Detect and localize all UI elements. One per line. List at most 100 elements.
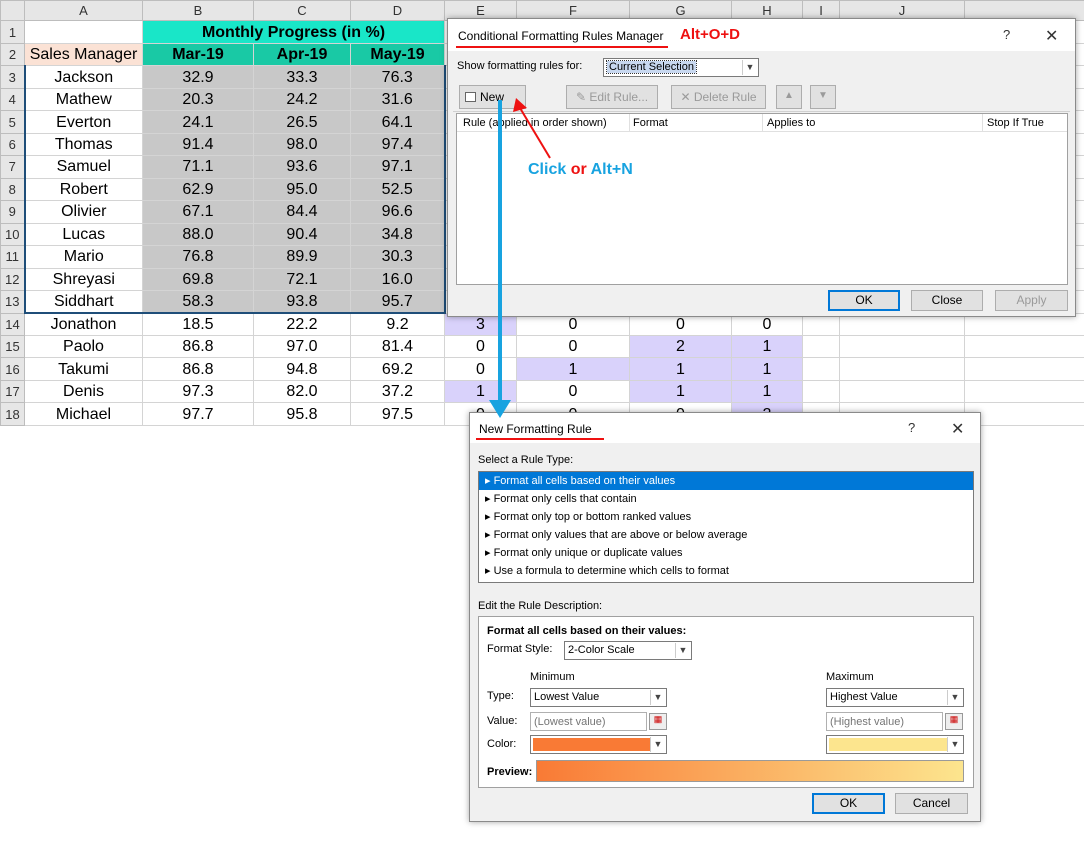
manager-name-cell[interactable]: Michael (24, 402, 143, 426)
sales-manager-header-cell[interactable]: Sales Manager (24, 42, 143, 67)
manager-name-cell[interactable]: Jackson (23, 65, 143, 89)
row-header[interactable]: 16 (0, 357, 25, 381)
month-header-cell[interactable]: May-19 (350, 42, 445, 67)
move-up-button[interactable]: ▲ (776, 85, 802, 109)
rule-type-item[interactable]: ▸ Format only unique or duplicate values (479, 544, 973, 562)
count-cell[interactable]: 1 (629, 357, 732, 381)
row-header[interactable]: 2 (0, 42, 25, 67)
manager-name-cell[interactable]: Lucas (23, 222, 143, 247)
row-header[interactable]: 13 (0, 290, 25, 314)
value-cell[interactable]: 96.6 (350, 200, 446, 224)
max-color-picker[interactable]: ▼ (826, 735, 964, 754)
value-cell[interactable]: 58.3 (142, 290, 254, 315)
value-cell[interactable]: 84.4 (253, 200, 351, 224)
value-cell[interactable]: 71.1 (142, 155, 254, 179)
value-cell[interactable]: 90.4 (253, 222, 351, 247)
row-header[interactable]: 9 (0, 200, 25, 224)
cell[interactable] (802, 334, 840, 359)
manager-name-cell[interactable]: Samuel (23, 155, 143, 179)
value-cell[interactable]: 89.9 (253, 245, 351, 269)
apply-button[interactable]: Apply (995, 290, 1068, 311)
select-all-corner[interactable] (0, 0, 25, 22)
month-header-cell[interactable]: Mar-19 (142, 42, 254, 67)
manager-name-cell[interactable]: Shreyasi (23, 267, 143, 292)
count-cell[interactable]: 1 (731, 357, 803, 381)
manager-name-cell[interactable]: Siddhart (23, 290, 143, 315)
month-header-cell[interactable]: Apr-19 (253, 42, 351, 67)
close-icon[interactable]: ✕ (1045, 26, 1058, 46)
value-cell[interactable]: 69.8 (142, 267, 254, 292)
row-header[interactable]: 5 (0, 110, 25, 134)
value-cell[interactable]: 31.6 (350, 87, 446, 112)
range-selector-icon[interactable]: ▦ (649, 713, 667, 730)
format-style-select[interactable]: 2-Color Scale ▼ (564, 641, 692, 660)
count-cell[interactable]: 1 (629, 379, 732, 404)
value-cell[interactable]: 18.5 (142, 312, 254, 337)
cell[interactable] (964, 334, 1084, 359)
rule-type-item[interactable]: ▸ Use a formula to determine which cells… (479, 562, 973, 580)
row-header[interactable]: 8 (0, 177, 25, 202)
count-cell[interactable]: 0 (444, 357, 517, 381)
count-cell[interactable]: 2 (629, 334, 732, 359)
cell[interactable] (964, 379, 1084, 404)
manager-name-cell[interactable]: Takumi (24, 357, 143, 381)
rule-column-header[interactable]: Rule (applied in order shown) (463, 117, 607, 129)
row-header[interactable]: 15 (0, 334, 25, 359)
cell[interactable] (802, 379, 840, 404)
value-cell[interactable]: 33.3 (253, 65, 351, 89)
manager-name-cell[interactable]: Thomas (23, 132, 143, 157)
value-cell[interactable]: 62.9 (142, 177, 254, 202)
value-cell[interactable]: 76.8 (142, 245, 254, 269)
value-cell[interactable]: 93.6 (253, 155, 351, 179)
close-button[interactable]: Close (911, 290, 983, 311)
max-value-input[interactable] (826, 712, 943, 731)
row-header[interactable]: 12 (0, 267, 25, 292)
move-down-button[interactable]: ▼ (810, 85, 836, 109)
row-header[interactable]: 3 (0, 65, 25, 89)
value-cell[interactable]: 67.1 (142, 200, 254, 224)
column-header[interactable]: D (350, 0, 445, 22)
value-cell[interactable]: 69.2 (350, 357, 445, 381)
value-cell[interactable]: 81.4 (350, 334, 445, 359)
min-color-picker[interactable]: ▼ (530, 735, 667, 754)
value-cell[interactable]: 64.1 (350, 110, 446, 134)
cell[interactable] (839, 334, 965, 359)
value-cell[interactable]: 95.7 (350, 290, 446, 315)
row-header[interactable]: 18 (0, 402, 25, 426)
count-cell[interactable]: 0 (516, 379, 630, 404)
row-header[interactable]: 6 (0, 132, 25, 157)
cell[interactable] (24, 20, 143, 44)
row-header[interactable]: 17 (0, 379, 25, 404)
row-header[interactable]: 1 (0, 20, 25, 44)
value-cell[interactable]: 97.7 (142, 402, 254, 426)
value-cell[interactable]: 97.4 (350, 132, 446, 157)
value-cell[interactable]: 22.2 (253, 312, 351, 337)
applies-to-column-header[interactable]: Applies to (767, 117, 815, 129)
column-header[interactable]: C (253, 0, 351, 22)
rule-type-item[interactable]: ▸ Format only values that are above or b… (479, 526, 973, 544)
value-cell[interactable]: 86.8 (142, 334, 254, 359)
min-type-select[interactable]: Lowest Value ▼ (530, 688, 667, 707)
range-selector-icon[interactable]: ▦ (945, 713, 963, 730)
value-cell[interactable]: 9.2 (350, 312, 445, 337)
manager-name-cell[interactable]: Mathew (23, 87, 143, 112)
count-cell[interactable]: 1 (444, 379, 517, 404)
value-cell[interactable]: 97.1 (350, 155, 446, 179)
rule-type-item[interactable]: ▸ Format only cells that contain (479, 490, 973, 508)
value-cell[interactable]: 24.1 (142, 110, 254, 134)
manager-name-cell[interactable]: Robert (23, 177, 143, 202)
row-header[interactable]: 7 (0, 155, 25, 179)
rule-type-list[interactable]: ▸ Format all cells based on their values… (478, 471, 974, 583)
row-header[interactable]: 4 (0, 87, 25, 112)
manager-name-cell[interactable]: Paolo (24, 334, 143, 359)
value-cell[interactable]: 94.8 (253, 357, 351, 381)
show-rules-select[interactable]: Current Selection ▼ (603, 58, 759, 77)
count-cell[interactable]: 1 (731, 334, 803, 359)
help-icon[interactable]: ? (1003, 27, 1010, 42)
manager-name-cell[interactable]: Jonathon (24, 312, 143, 337)
value-cell[interactable]: 30.3 (350, 245, 446, 269)
value-cell[interactable]: 20.3 (142, 87, 254, 112)
cell[interactable] (839, 357, 965, 381)
manager-name-cell[interactable]: Denis (24, 379, 143, 404)
value-cell[interactable]: 32.9 (142, 65, 254, 89)
